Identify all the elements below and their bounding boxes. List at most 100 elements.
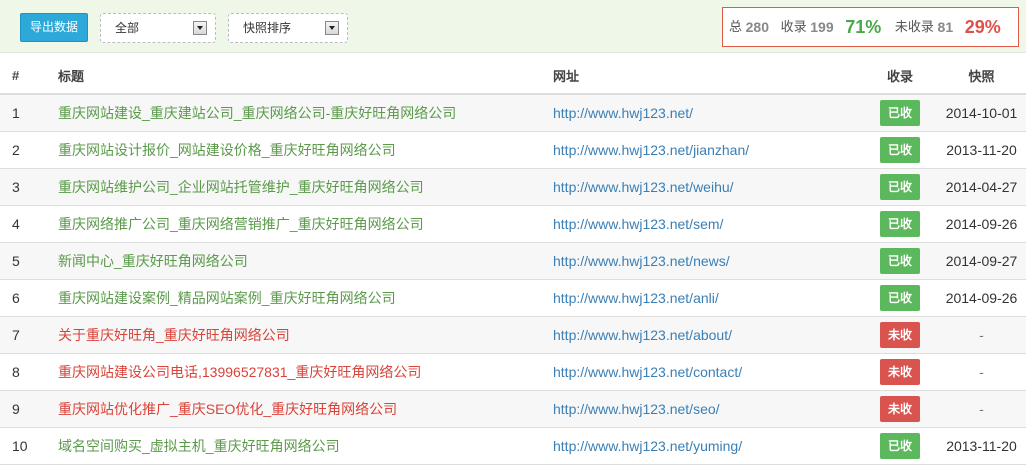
- table-row: 2 重庆网站设计报价_网站建设价格_重庆好旺角网络公司 http://www.hwj…: [0, 131, 1026, 169]
- not-indexed-percent: 29%: [964, 17, 1001, 37]
- indexed-percent: 71%: [845, 17, 882, 37]
- table-row: 6 重庆网站建设案例_精品网站案例_重庆好旺角网络公司 http://www.hwj…: [0, 279, 1026, 317]
- status-badge[interactable]: 未收: [880, 395, 920, 422]
- row-snapshot-date: 2013-11-20: [946, 141, 1017, 158]
- row-title-link[interactable]: 新闻中心_重庆好旺角网络公司: [46, 242, 543, 280]
- header-url: 网址: [543, 57, 863, 95]
- row-snapshot-cell: -: [937, 390, 1026, 428]
- row-url-link[interactable]: http://www.hwj123.net/sem/: [553, 216, 723, 232]
- row-title-link[interactable]: 重庆网站建设案例_精品网站案例_重庆好旺角网络公司: [46, 279, 543, 317]
- row-number: 9: [0, 390, 46, 428]
- row-title[interactable]: 重庆网站建设案例_精品网站案例_重庆好旺角网络公司: [58, 290, 396, 306]
- row-status-cell: 已收: [863, 205, 937, 243]
- table-row: 9 重庆网站优化推广_重庆SEO优化_重庆好旺角网络公司 http://www.hw…: [0, 390, 1026, 428]
- not-indexed-label: 未收录: [894, 19, 934, 34]
- row-url-link[interactable]: http://www.hwj123.net/: [553, 105, 693, 121]
- row-title[interactable]: 重庆网站优化推广_重庆SEO优化_重庆好旺角网络公司: [58, 401, 397, 417]
- row-number: 10: [0, 427, 46, 465]
- sort-select[interactable]: 快照排序: [228, 13, 348, 43]
- row-snapshot-cell: 2014-09-26: [937, 205, 1026, 243]
- row-number: 6: [0, 279, 46, 317]
- table-row: 10 域名空间购买_虚拟主机_重庆好旺角网络公司 http://www.hwj123…: [0, 427, 1026, 465]
- row-url-cell: http://www.hwj123.net/news/: [543, 242, 863, 280]
- row-snapshot-date: 2014-09-26: [945, 289, 1018, 306]
- row-title-link[interactable]: 重庆网络推广公司_重庆网络营销推广_重庆好旺角网络公司: [46, 205, 543, 243]
- total-count: 280: [745, 19, 769, 35]
- row-title[interactable]: 重庆网站建设公司电话,13996527831_重庆好旺角网络公司: [58, 364, 421, 380]
- row-status-cell: 未收: [863, 353, 937, 391]
- total-label: 总: [729, 19, 743, 34]
- table-row: 1 重庆网站建设_重庆建站公司_重庆网络公司-重庆好旺角网络公司 http://ww…: [0, 94, 1026, 132]
- row-url-link[interactable]: http://www.hwj123.net/news/: [553, 253, 730, 269]
- row-title-link[interactable]: 关于重庆好旺角_重庆好旺角网络公司: [46, 316, 543, 354]
- row-title-link[interactable]: 重庆网站建设_重庆建站公司_重庆网络公司-重庆好旺角网络公司: [46, 94, 543, 132]
- chevron-down-icon[interactable]: [193, 21, 207, 35]
- row-url-link[interactable]: http://www.hwj123.net/jianzhan/: [553, 142, 749, 158]
- row-title-link[interactable]: 重庆网站设计报价_网站建设价格_重庆好旺角网络公司: [46, 131, 543, 169]
- indexed-label: 收录: [780, 19, 807, 34]
- status-badge[interactable]: 已收: [880, 284, 920, 311]
- row-snapshot-cell: 2014-10-01: [937, 94, 1026, 132]
- row-url-link[interactable]: http://www.hwj123.net/contact/: [553, 364, 742, 380]
- row-number: 2: [0, 131, 46, 169]
- row-status-cell: 已收: [863, 242, 937, 280]
- row-snapshot-date: -: [979, 400, 984, 417]
- indexed-count: 199: [810, 19, 834, 35]
- row-url-link[interactable]: http://www.hwj123.net/yuming/: [553, 438, 742, 454]
- row-url-cell: http://www.hwj123.net/: [543, 94, 863, 132]
- row-number: 8: [0, 353, 46, 391]
- row-snapshot-cell: 2014-04-27: [937, 168, 1026, 206]
- row-title[interactable]: 重庆网站维护公司_企业网站托管维护_重庆好旺角网络公司: [58, 179, 424, 195]
- row-title-link[interactable]: 重庆网站建设公司电话,13996527831_重庆好旺角网络公司: [46, 353, 543, 391]
- status-badge[interactable]: 已收: [880, 432, 920, 459]
- status-badge[interactable]: 已收: [880, 136, 920, 163]
- chevron-down-icon[interactable]: [325, 21, 339, 35]
- table-row: 4 重庆网络推广公司_重庆网络营销推广_重庆好旺角网络公司 http://www.h…: [0, 205, 1026, 243]
- row-snapshot-date: 2014-10-01: [945, 104, 1018, 121]
- row-title[interactable]: 重庆网站建设_重庆建站公司_重庆网络公司-重庆好旺角网络公司: [58, 105, 456, 121]
- index-table: # 标题 网址 收录 快照 1 重庆网站建设_重庆建站公司_重庆网络公司-重庆好旺…: [0, 57, 1026, 465]
- row-number: 3: [0, 168, 46, 206]
- row-url-cell: http://www.hwj123.net/about/: [543, 316, 863, 354]
- row-url-link[interactable]: http://www.hwj123.net/anli/: [553, 290, 719, 306]
- status-badge[interactable]: 已收: [880, 210, 920, 237]
- row-title[interactable]: 新闻中心_重庆好旺角网络公司: [58, 253, 248, 269]
- export-data-button[interactable]: 导出数据: [20, 13, 88, 42]
- row-snapshot-date: 2014-04-27: [945, 178, 1018, 195]
- table-row: 3 重庆网站维护公司_企业网站托管维护_重庆好旺角网络公司 http://www.h…: [0, 168, 1026, 206]
- status-badge[interactable]: 未收: [880, 358, 920, 385]
- row-title[interactable]: 重庆网络推广公司_重庆网络营销推广_重庆好旺角网络公司: [58, 216, 424, 232]
- row-title[interactable]: 重庆网站设计报价_网站建设价格_重庆好旺角网络公司: [58, 142, 396, 158]
- toolbar: 导出数据 全部 快照排序 总 280 收录 199 71% 未收录 81 29%: [0, 0, 1026, 53]
- header-status: 收录: [863, 57, 937, 95]
- row-status-cell: 未收: [863, 390, 937, 428]
- row-snapshot-date: -: [979, 363, 984, 380]
- status-badge[interactable]: 已收: [880, 99, 920, 126]
- row-title[interactable]: 关于重庆好旺角_重庆好旺角网络公司: [58, 327, 290, 343]
- status-badge[interactable]: 未收: [880, 321, 920, 348]
- row-title-link[interactable]: 域名空间购买_虚拟主机_重庆好旺角网络公司: [46, 427, 543, 465]
- row-url-cell: http://www.hwj123.net/weihu/: [543, 168, 863, 206]
- row-url-cell: http://www.hwj123.net/yuming/: [543, 427, 863, 465]
- row-title-link[interactable]: 重庆网站优化推广_重庆SEO优化_重庆好旺角网络公司: [46, 390, 543, 428]
- row-url-link[interactable]: http://www.hwj123.net/about/: [553, 327, 732, 343]
- row-number: 1: [0, 94, 46, 132]
- row-snapshot-date: 2013-11-20: [946, 437, 1017, 454]
- table-header-row: # 标题 网址 收录 快照: [0, 57, 1026, 95]
- row-title[interactable]: 域名空间购买_虚拟主机_重庆好旺角网络公司: [58, 438, 340, 454]
- row-url-link[interactable]: http://www.hwj123.net/weihu/: [553, 179, 734, 195]
- status-badge[interactable]: 已收: [880, 173, 920, 200]
- row-snapshot-date: -: [979, 326, 984, 343]
- row-number: 5: [0, 242, 46, 280]
- status-badge[interactable]: 已收: [880, 247, 920, 274]
- sort-select-value: 快照排序: [243, 21, 292, 35]
- not-indexed-count: 81: [937, 19, 954, 35]
- row-status-cell: 已收: [863, 94, 937, 132]
- filter-select[interactable]: 全部: [100, 13, 216, 43]
- index-stats-box: 总 280 收录 199 71% 未收录 81 29%: [722, 7, 1019, 47]
- row-url-link[interactable]: http://www.hwj123.net/seo/: [553, 401, 720, 417]
- header-title: 标题: [46, 57, 543, 95]
- table-row: 8 重庆网站建设公司电话,13996527831_重庆好旺角网络公司 http://…: [0, 353, 1026, 391]
- row-snapshot-date: 2014-09-26: [945, 215, 1018, 232]
- row-title-link[interactable]: 重庆网站维护公司_企业网站托管维护_重庆好旺角网络公司: [46, 168, 543, 206]
